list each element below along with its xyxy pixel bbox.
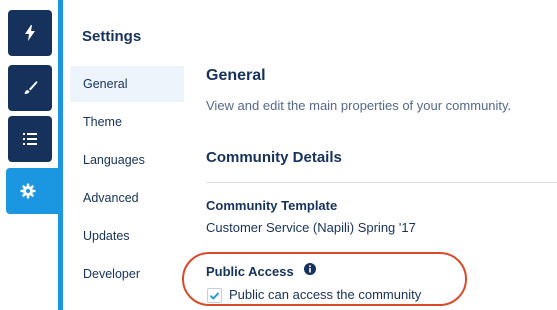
public-access-label: Public Access	[206, 264, 294, 279]
nav-item-label: Developer	[83, 267, 140, 281]
nav-item-theme[interactable]: Theme	[70, 104, 184, 140]
nav-item-languages[interactable]: Languages	[70, 142, 184, 178]
page-description: View and edit the main properties of you…	[206, 98, 512, 113]
icon-rail	[0, 0, 63, 310]
checkmark-icon	[210, 292, 219, 299]
rail-button-settings[interactable]	[6, 168, 63, 214]
community-template-label: Community Template	[206, 198, 338, 213]
page-title: General	[206, 67, 266, 84]
paintbrush-icon	[24, 81, 38, 94]
lightning-icon	[25, 25, 35, 41]
rail-button-builder[interactable]	[8, 10, 52, 56]
rail-button-theme[interactable]	[8, 65, 52, 111]
settings-title: Settings	[82, 28, 142, 45]
nav-item-label: General	[83, 77, 128, 91]
rail-accent-line	[58, 0, 63, 310]
nav-item-general[interactable]: General	[70, 66, 184, 102]
info-icon[interactable]	[304, 263, 316, 275]
nav-item-advanced[interactable]: Advanced	[70, 180, 184, 216]
nav-item-label: Updates	[83, 229, 130, 243]
community-template-value: Customer Service (Napili) Spring '17	[206, 220, 416, 235]
nav-item-label: Languages	[83, 153, 145, 167]
nav-item-label: Theme	[83, 115, 122, 129]
rail-button-pages[interactable]	[8, 116, 52, 162]
public-access-checkbox[interactable]	[207, 288, 222, 303]
section-divider	[206, 182, 557, 183]
list-icon	[23, 133, 37, 145]
section-heading: Community Details	[206, 149, 342, 166]
nav-item-label: Advanced	[83, 191, 139, 205]
public-access-checkbox-label[interactable]: Public can access the community	[229, 287, 421, 302]
gear-icon	[20, 183, 36, 199]
nav-item-updates[interactable]: Updates	[70, 218, 184, 254]
nav-item-developer[interactable]: Developer	[70, 256, 184, 292]
